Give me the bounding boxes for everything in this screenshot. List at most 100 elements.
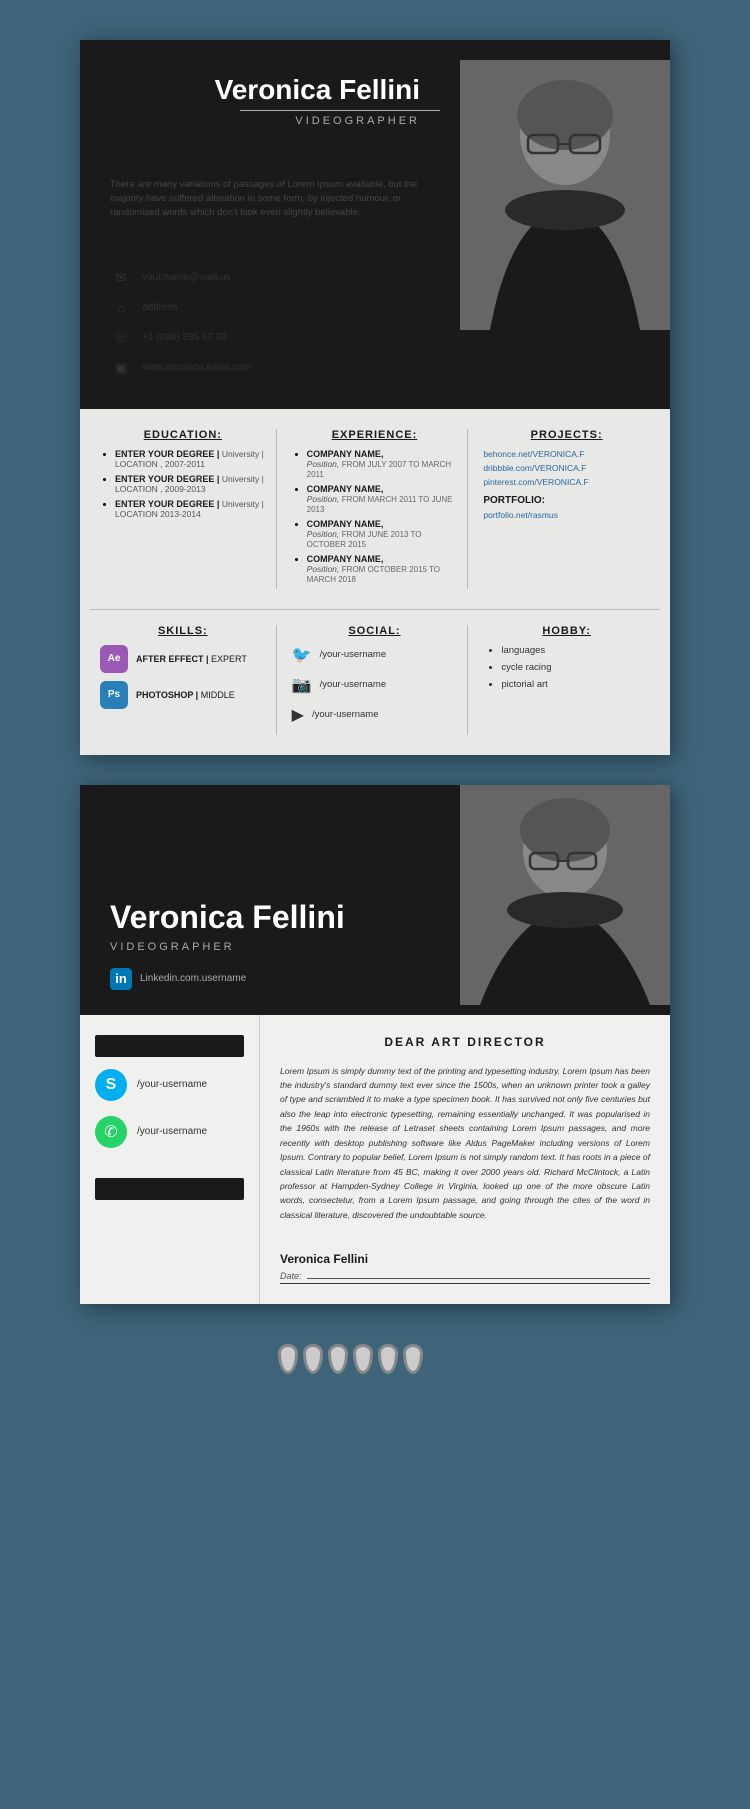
education-column: EDUCATION: ENTER YOUR DEGREE | Universit… xyxy=(90,429,277,589)
card1-divider xyxy=(240,110,440,111)
exp-company-3: COMPANY NAME, xyxy=(307,519,384,529)
ae-text: AFTER EFFECT | EXPERT xyxy=(136,654,247,664)
card1-title: VIDEOGRAPHER xyxy=(295,115,440,127)
letter-body: Lorem Ipsum is simply dummy text of the … xyxy=(280,1064,650,1223)
card2-person-silhouette xyxy=(460,785,670,1005)
portfolio-link: portfolio.net/rasmus xyxy=(483,510,650,520)
exp-company-2: COMPANY NAME, xyxy=(307,484,384,494)
exp-item-1: COMPANY NAME, Position, FROM JULY 2007 T… xyxy=(307,449,458,479)
date-line xyxy=(307,1271,650,1279)
skype-icon: S xyxy=(95,1069,127,1101)
card2-body: S /your-username ✆ /your-username DEAR A… xyxy=(80,1015,670,1305)
card2-header-left: Veronica Fellini VIDEOGRAPHER in Linkedi… xyxy=(80,785,460,1015)
edu-item-1: ENTER YOUR DEGREE | University | LOCATIO… xyxy=(115,449,266,469)
ring-5 xyxy=(378,1344,398,1374)
signature-name: Veronica Fellini xyxy=(280,1252,650,1266)
card2-linkedin: in Linkedin.com.username xyxy=(110,968,440,990)
email-text: your.name@mail.us xyxy=(142,272,231,283)
social-youtube: ▶ /your-username xyxy=(292,705,458,725)
hobby-column: HOBBY: languages cycle racing pictorial … xyxy=(473,625,660,735)
hobby-title: HOBBY: xyxy=(483,625,650,637)
signature-area: Veronica Fellini Date: xyxy=(280,1242,650,1284)
twitter-icon: 🐦 xyxy=(292,645,312,665)
card1-name-area: Veronica Fellini VIDEOGRAPHER xyxy=(80,40,460,137)
exp-item-4: COMPANY NAME, Position, FROM OCTOBER 201… xyxy=(307,554,458,584)
social-column: SOCIAL: 🐦 /your-username 📷 /your-usernam… xyxy=(282,625,469,735)
website-text: www.veronica.fellini.com xyxy=(142,362,251,373)
exp-item-2: COMPANY NAME, Position, FROM MARCH 2011 … xyxy=(307,484,458,514)
hobby-list: languages cycle racing pictorial art xyxy=(483,645,650,690)
exp-position-4: Position, xyxy=(307,564,340,574)
card2-whatsapp: ✆ /your-username xyxy=(95,1116,244,1148)
youtube-icon: ▶ xyxy=(292,705,304,725)
person-silhouette xyxy=(460,60,670,330)
website-icon: ▣ xyxy=(110,357,132,379)
address-text: address xyxy=(142,302,178,313)
proj-link-2: dribbble.com/VERONICA.F xyxy=(483,463,650,473)
twitter-handle: /your-username xyxy=(320,649,387,660)
social-instagram: 📷 /your-username xyxy=(292,675,458,695)
contact-email: ✉ your.name@mail.us xyxy=(110,267,440,289)
skype-handle: /your-username xyxy=(137,1079,207,1090)
card2-black-bar-bottom xyxy=(95,1178,244,1200)
ring-2 xyxy=(303,1344,323,1374)
notebook-decoration xyxy=(278,1344,473,1374)
social-twitter: 🐦 /your-username xyxy=(292,645,458,665)
profile-section-title: PROFILE xyxy=(110,148,173,168)
proj-link-3: pinterest.com/VERONICA.F xyxy=(483,477,650,487)
signature-date: Date: xyxy=(280,1271,650,1284)
contact-website: ▣ www.veronica.fellini.com xyxy=(110,357,440,379)
education-list: ENTER YOUR DEGREE | University | LOCATIO… xyxy=(100,449,266,519)
exp-position-1: Position, xyxy=(307,459,340,469)
contact-phone: ☏ +1 (088) 335 67 93 xyxy=(110,327,440,349)
ps-text: PHOTOSHOP | MIDDLE xyxy=(136,690,235,700)
edu-item-2: ENTER YOUR DEGREE | University | LOCATIO… xyxy=(115,474,266,494)
email-icon: ✉ xyxy=(110,267,132,289)
experience-list: COMPANY NAME, Position, FROM JULY 2007 T… xyxy=(292,449,458,584)
card1-bottom-grid2: SKILLS: Ae AFTER EFFECT | EXPERT Ps PHOT… xyxy=(90,609,660,735)
projects-title: PROJECTS: xyxy=(483,429,650,441)
exp-company-1: COMPANY NAME, xyxy=(307,449,384,459)
ps-badge: Ps xyxy=(100,681,128,709)
card2-title: VIDEOGRAPHER xyxy=(110,941,440,953)
whatsapp-icon: ✆ xyxy=(95,1116,127,1148)
exp-position-3: Position, xyxy=(307,529,340,539)
card1-bottom-grid: EDUCATION: ENTER YOUR DEGREE | Universit… xyxy=(90,429,660,589)
whatsapp-handle: /your-username xyxy=(137,1126,207,1137)
card2-header: Veronica Fellini VIDEOGRAPHER in Linkedi… xyxy=(80,785,670,1015)
hobby-item-1: languages xyxy=(501,645,650,656)
card1-photo xyxy=(460,60,670,330)
ring-4 xyxy=(353,1344,373,1374)
address-icon: ⌂ xyxy=(110,297,132,319)
edu-degree-1: ENTER YOUR DEGREE | xyxy=(115,449,219,459)
portfolio-title: PORTFOLIO: xyxy=(483,495,650,506)
card2-black-bar-top xyxy=(95,1035,244,1057)
experience-column: EXPERIENCE: COMPANY NAME, Position, FROM… xyxy=(282,429,469,589)
social-title: SOCIAL: xyxy=(292,625,458,637)
ring-3 xyxy=(328,1344,348,1374)
linkedin-url: Linkedin.com.username xyxy=(140,973,246,984)
youtube-handle: /your-username xyxy=(312,709,379,720)
projects-column: PROJECTS: behonce.net/VERONICA.F dribbbl… xyxy=(473,429,660,589)
contact-section-title: CONTACT xyxy=(110,237,180,257)
contact-address: ⌂ address xyxy=(110,297,440,319)
ae-badge: Ae xyxy=(100,645,128,673)
card2-photo xyxy=(460,785,670,1005)
exp-company-4: COMPANY NAME, xyxy=(307,554,384,564)
hobby-item-3: pictorial art xyxy=(501,679,650,690)
card1-bottom: EDUCATION: ENTER YOUR DEGREE | Universit… xyxy=(80,409,670,755)
card2-right-column: DEAR ART DIRECTOR Lorem Ipsum is simply … xyxy=(260,1015,670,1305)
resume-card-1: Veronica Fellini VIDEOGRAPHER PROFILE Th… xyxy=(80,40,670,755)
instagram-handle: /your-username xyxy=(320,679,387,690)
skills-column: SKILLS: Ae AFTER EFFECT | EXPERT Ps PHOT… xyxy=(90,625,277,735)
edu-degree-3: ENTER YOUR DEGREE | xyxy=(115,499,219,509)
proj-link-1: behonce.net/VERONICA.F xyxy=(483,449,650,459)
profile-text: There are many variations of passages of… xyxy=(110,178,440,221)
edu-item-3: ENTER YOUR DEGREE | University | LOCATIO… xyxy=(115,499,266,519)
ring-1 xyxy=(278,1344,298,1374)
letter-salutation: DEAR ART DIRECTOR xyxy=(280,1035,650,1049)
phone-text: +1 (088) 335 67 93 xyxy=(142,332,227,343)
card2-name: Veronica Fellini xyxy=(110,900,440,935)
exp-position-2: Position, xyxy=(307,494,340,504)
skill-ae: Ae AFTER EFFECT | EXPERT xyxy=(100,645,266,673)
